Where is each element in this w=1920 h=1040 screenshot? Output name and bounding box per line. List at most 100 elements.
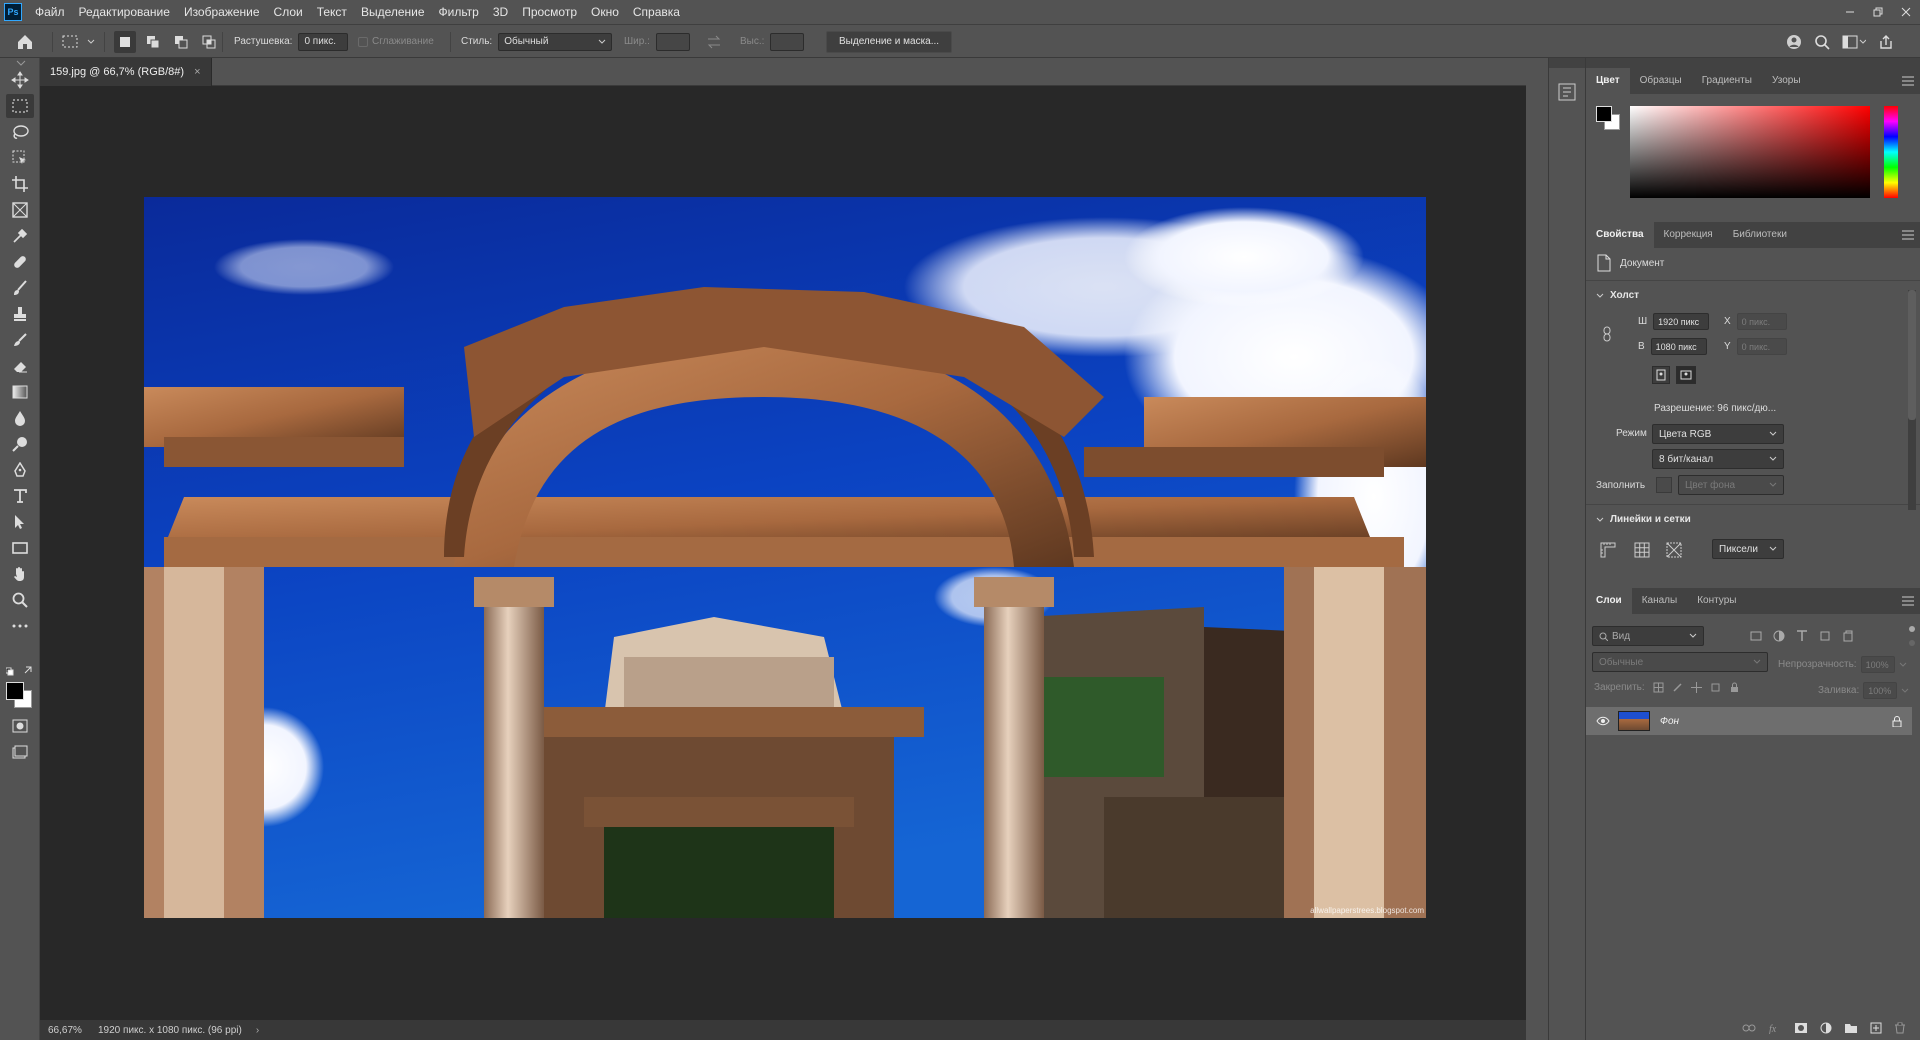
tab-adjustments[interactable]: Коррекция — [1654, 222, 1723, 248]
tab-paths[interactable]: Контуры — [1687, 588, 1746, 614]
zoom-tool[interactable] — [6, 588, 34, 612]
canvas-image[interactable]: allwallpaperstrees.blogspot.com — [144, 197, 1426, 918]
fill-color-swatch[interactable] — [1656, 477, 1672, 493]
new-layer-icon[interactable] — [1870, 1022, 1882, 1034]
hand-tool[interactable] — [6, 562, 34, 586]
workspace-icon[interactable] — [1842, 34, 1866, 50]
tab-properties[interactable]: Свойства — [1586, 222, 1654, 248]
eye-icon[interactable] — [1596, 716, 1610, 726]
menu-layers[interactable]: Слои — [267, 0, 310, 24]
search-icon[interactable] — [1814, 34, 1830, 50]
layer-name[interactable]: Фон — [1660, 716, 1679, 727]
menu-image[interactable]: Изображение — [177, 0, 267, 24]
menu-help[interactable]: Справка — [626, 0, 687, 24]
lock-all-icon[interactable] — [1729, 682, 1740, 693]
screen-mode-toggle[interactable] — [6, 740, 34, 764]
tab-swatches[interactable]: Образцы — [1630, 68, 1692, 94]
canvas-height-input[interactable]: 1080 пикс — [1650, 338, 1707, 355]
dodge-tool[interactable] — [6, 432, 34, 456]
menu-3d[interactable]: 3D — [486, 0, 515, 24]
add-mask-icon[interactable] — [1794, 1022, 1808, 1034]
menu-type[interactable]: Текст — [310, 0, 354, 24]
restore-button[interactable] — [1864, 0, 1892, 24]
canvas-section-header[interactable]: Холст — [1596, 290, 1639, 301]
link-icon[interactable] — [1602, 326, 1612, 342]
antialias-checkbox[interactable] — [358, 36, 368, 47]
more-tools[interactable] — [6, 614, 34, 638]
brush-tool[interactable] — [6, 276, 34, 300]
eraser-tool[interactable] — [6, 354, 34, 378]
new-selection-button[interactable] — [114, 30, 136, 53]
status-arrow-icon[interactable]: › — [256, 1025, 259, 1036]
filter-pixel-icon[interactable] — [1750, 630, 1762, 642]
menu-file[interactable]: Файл — [28, 0, 72, 24]
frame-tool[interactable] — [6, 198, 34, 222]
lock-pixels-icon[interactable] — [1672, 682, 1683, 693]
portrait-orientation-button[interactable] — [1652, 366, 1670, 384]
canvas-workspace[interactable]: allwallpaperstrees.blogspot.com — [40, 86, 1526, 1016]
crop-tool[interactable] — [6, 172, 34, 196]
panel-menu-icon[interactable] — [1902, 596, 1914, 606]
document-tab[interactable]: 159.jpg @ 66,7% (RGB/8#) × — [40, 58, 212, 86]
link-layers-icon[interactable] — [1742, 1023, 1756, 1033]
close-window-button[interactable] — [1892, 0, 1920, 24]
canvas-width-input[interactable]: 1920 пикс — [1653, 313, 1710, 330]
menu-view[interactable]: Просмотр — [515, 0, 584, 24]
menu-edit[interactable]: Редактирование — [72, 0, 177, 24]
share-user-icon[interactable] — [1786, 34, 1802, 50]
bit-depth-select[interactable]: 8 бит/канал — [1652, 449, 1784, 469]
landscape-orientation-button[interactable] — [1676, 366, 1696, 384]
style-select[interactable]: Обычный — [498, 32, 613, 51]
tab-layers[interactable]: Слои — [1586, 588, 1632, 614]
object-select-tool[interactable] — [6, 146, 34, 170]
filter-toggle[interactable] — [1908, 626, 1916, 646]
properties-scrollbar[interactable] — [1908, 290, 1916, 510]
tab-gradients[interactable]: Градиенты — [1692, 68, 1762, 94]
color-panel-fg-swatch[interactable] — [1596, 106, 1612, 122]
menu-filter[interactable]: Фильтр — [432, 0, 486, 24]
delete-layer-icon[interactable] — [1894, 1022, 1906, 1034]
blend-mode-select[interactable]: Обычные — [1592, 652, 1768, 672]
zoom-level[interactable]: 66,67% — [40, 1025, 88, 1036]
canvas-x-input[interactable]: 0 пикс. — [1736, 313, 1787, 330]
color-mode-select[interactable]: Цвета RGB — [1652, 424, 1784, 444]
layer-row[interactable]: Фон — [1586, 707, 1912, 735]
lock-artboard-icon[interactable] — [1710, 682, 1721, 693]
grid-icon[interactable] — [1634, 542, 1650, 558]
quick-mask-toggle[interactable] — [6, 714, 34, 738]
canvas-y-input[interactable]: 0 пикс. — [1736, 338, 1787, 355]
filter-shape-icon[interactable] — [1819, 630, 1831, 642]
move-tool[interactable] — [6, 68, 34, 92]
foreground-color-swatch[interactable] — [6, 682, 24, 700]
width-input[interactable] — [655, 32, 690, 51]
filter-adjustment-icon[interactable] — [1773, 630, 1785, 642]
panel-menu-icon[interactable] — [1902, 76, 1914, 86]
tab-color[interactable]: Цвет — [1586, 68, 1630, 94]
marquee-preset-picker[interactable] — [62, 25, 96, 58]
photoshop-logo[interactable]: Ps — [4, 3, 22, 21]
ruler-icon[interactable] — [1600, 542, 1616, 558]
type-tool[interactable] — [6, 484, 34, 508]
path-selection-tool[interactable] — [6, 510, 34, 534]
select-and-mask-button[interactable]: Выделение и маска... — [826, 30, 953, 53]
layer-filter-select[interactable]: Вид — [1592, 626, 1704, 646]
blur-tool[interactable] — [6, 406, 34, 430]
close-tab-icon[interactable]: × — [194, 66, 200, 78]
adjustment-layer-icon[interactable] — [1820, 1022, 1832, 1034]
guides-icon[interactable] — [1666, 542, 1682, 558]
pen-tool[interactable] — [6, 458, 34, 482]
history-brush-tool[interactable] — [6, 328, 34, 352]
eyedropper-tool[interactable] — [6, 224, 34, 248]
color-picker-field[interactable] — [1630, 106, 1870, 198]
intersect-selection-button[interactable] — [198, 31, 220, 53]
clone-stamp-tool[interactable] — [6, 302, 34, 326]
subtract-selection-button[interactable] — [170, 31, 192, 53]
layer-lock-icon[interactable] — [1892, 715, 1902, 727]
home-button[interactable] — [16, 25, 34, 58]
tab-libraries[interactable]: Библиотеки — [1723, 222, 1797, 248]
menu-select[interactable]: Выделение — [354, 0, 432, 24]
hue-slider[interactable] — [1884, 106, 1898, 198]
opacity-input[interactable]: 100% — [1860, 656, 1895, 673]
lock-position-icon[interactable] — [1690, 682, 1702, 693]
height-input[interactable] — [770, 32, 805, 51]
